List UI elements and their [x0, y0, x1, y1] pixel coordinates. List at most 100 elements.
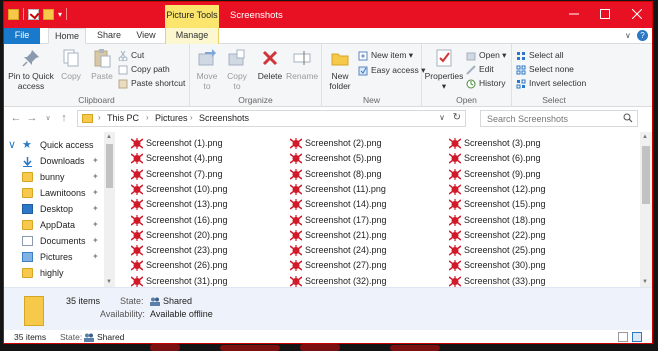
sidebar-item-pictures[interactable]: Pictures ✦ [4, 249, 104, 265]
delete-icon [262, 50, 278, 66]
image-file-icon [449, 245, 461, 257]
tab-view[interactable]: View [128, 28, 164, 44]
copy-to-button[interactable]: Copy to [224, 48, 250, 91]
new-folder-icon[interactable] [43, 8, 54, 20]
sidebar-item-documents[interactable]: Documents ✦ [4, 233, 104, 249]
move-to-button[interactable]: Move to [194, 48, 220, 91]
search-input[interactable]: Search Screenshots [487, 114, 568, 124]
move-to-label-2: to [203, 81, 211, 91]
easy-access-button[interactable]: Easy access ▾ [358, 64, 425, 77]
address-dropdown-icon[interactable]: ∨ [439, 113, 445, 122]
breadcrumb-chevron-icon[interactable]: › [98, 113, 101, 122]
tab-home[interactable]: Home [48, 28, 86, 44]
edit-button[interactable]: Edit [466, 63, 494, 76]
close-button[interactable] [621, 2, 652, 28]
collapse-ribbon-icon[interactable]: ∨ [625, 31, 634, 40]
pin-icon[interactable]: ✦ [92, 217, 99, 233]
file-name: Screenshot (24).png [305, 245, 387, 256]
sidebar-item-quick-access[interactable]: ∨ ★ Quick access [4, 137, 104, 153]
copy-path-button[interactable]: Copy path [118, 63, 170, 76]
delete-button[interactable]: Delete [256, 48, 284, 81]
tab-manage[interactable]: Manage [165, 28, 219, 44]
file-list-scrollbar[interactable]: ▲ ▼ [640, 132, 652, 287]
organize-group-label: Organize [238, 95, 273, 105]
search-box[interactable]: Search Screenshots [480, 110, 638, 127]
forward-button[interactable]: → [26, 112, 38, 124]
refresh-icon[interactable]: ↻ [453, 112, 461, 123]
properties-icon[interactable] [28, 8, 39, 20]
paste-button[interactable]: Paste [88, 48, 116, 81]
breadcrumb-screenshots[interactable]: Screenshots [199, 113, 249, 123]
breadcrumb-this-pc[interactable]: This PC [107, 113, 139, 123]
sidebar-item-bunny[interactable]: bunny ✦ [4, 169, 104, 185]
maximize-button[interactable] [589, 2, 620, 28]
up-button[interactable]: ↑ [58, 112, 70, 124]
invert-selection-button[interactable]: Invert selection [516, 77, 586, 90]
scroll-up-icon[interactable]: ▲ [106, 134, 112, 140]
sidebar-item-downloads[interactable]: Downloads ✦ [4, 153, 104, 169]
pin-icon[interactable]: ✦ [92, 233, 99, 249]
select-none-button[interactable]: Select none [516, 63, 574, 76]
image-file-icon [290, 260, 302, 272]
open-button[interactable]: Open ▾ [466, 49, 506, 62]
clipboard-group: Pin to Quick access Copy Paste Cut Copy … [4, 44, 190, 107]
tab-share[interactable]: Share [90, 28, 128, 44]
help-icon[interactable]: ? [637, 30, 648, 41]
breadcrumb-pictures[interactable]: Pictures [155, 113, 188, 123]
history-button[interactable]: History [466, 77, 505, 90]
sidebar-item-lawnitoons[interactable]: Lawnitoons ✦ [4, 185, 104, 201]
properties-button[interactable]: Properties ▾ [424, 48, 464, 91]
sidebar-item-appdata[interactable]: AppData ✦ [4, 217, 104, 233]
file-name: Screenshot (20).png [146, 229, 228, 240]
new-folder-button[interactable]: New folder [326, 48, 354, 91]
desktop-wallpaper-shape [300, 344, 340, 351]
sidebar-item-label: bunny [40, 172, 65, 182]
scrollbar-thumb[interactable] [106, 144, 113, 188]
pin-icon[interactable]: ✦ [92, 249, 99, 265]
breadcrumb-chevron-icon[interactable]: › [190, 113, 193, 122]
pin-icon[interactable]: ✦ [92, 169, 99, 185]
pin-icon[interactable]: ✦ [92, 153, 99, 169]
copy-to-icon [228, 49, 245, 66]
scroll-down-icon[interactable]: ▼ [106, 279, 112, 285]
image-file-icon [290, 153, 302, 165]
scrollbar-thumb[interactable] [642, 146, 650, 204]
recent-locations-button[interactable]: ∨ [42, 114, 54, 122]
breadcrumb-chevron-icon[interactable]: › [146, 113, 149, 122]
sidebar-item-desktop[interactable]: Desktop ✦ [4, 201, 104, 217]
edit-icon [466, 65, 476, 75]
sidebar-item-highly[interactable]: highly [4, 265, 104, 281]
pin-icon[interactable]: ✦ [92, 185, 99, 201]
image-file-icon [290, 229, 302, 241]
sidebar-item-label: Desktop [40, 204, 74, 214]
tab-file[interactable]: File [4, 28, 40, 44]
address-bar[interactable]: › This PC › Pictures › Screenshots ∨ ↻ [77, 110, 466, 127]
image-file-icon [131, 138, 143, 149]
new-item-button[interactable]: New item ▾ [358, 49, 413, 62]
details-view-button[interactable] [618, 332, 628, 342]
title-bar: ▾ Picture Tools Screenshots [4, 2, 652, 28]
scroll-down-icon[interactable]: ▼ [642, 279, 648, 285]
navigation-scrollbar[interactable]: ▲ ▼ [104, 132, 115, 287]
minimize-button[interactable] [558, 2, 589, 28]
scroll-up-icon[interactable]: ▲ [642, 134, 648, 140]
rename-button[interactable]: Rename [286, 48, 318, 81]
chevron-down-icon[interactable]: ∨ [8, 140, 19, 151]
explorer-window: ▾ Picture Tools Screenshots File Home Sh… [3, 1, 653, 344]
organize-group: Move to Copy to Delete Rename Organize [190, 44, 322, 107]
copy-label: Copy [61, 71, 81, 81]
copy-button[interactable]: Copy [58, 48, 84, 81]
cut-button[interactable]: Cut [118, 49, 144, 62]
desktop-icon [22, 204, 33, 214]
pin-icon[interactable]: ✦ [92, 201, 99, 217]
pin-to-quick-access-button[interactable]: Pin to Quick access [8, 48, 54, 91]
window-title: Screenshots [230, 10, 283, 21]
list-view-button[interactable] [632, 332, 642, 342]
chevron-down-icon[interactable]: ▾ [58, 10, 62, 19]
image-file-icon [131, 153, 143, 165]
sidebar-item-label: Documents [40, 236, 86, 246]
back-button[interactable]: ← [10, 112, 22, 124]
details-state-text: Shared [163, 296, 193, 306]
select-all-button[interactable]: Select all [516, 49, 564, 62]
paste-shortcut-button[interactable]: Paste shortcut [118, 77, 185, 90]
